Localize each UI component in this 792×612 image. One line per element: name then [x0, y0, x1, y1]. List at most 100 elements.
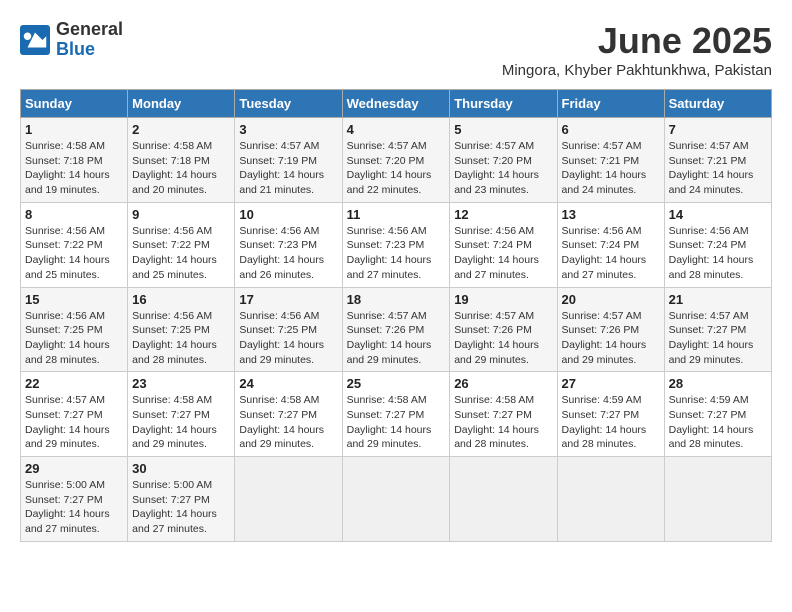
calendar-cell: 7 Sunrise: 4:57 AM Sunset: 7:21 PM Daylig…	[664, 118, 771, 203]
calendar-cell: 23 Sunrise: 4:58 AM Sunset: 7:27 PM Dayli…	[128, 372, 235, 457]
calendar-cell	[235, 457, 342, 542]
day-number: 2	[132, 122, 230, 137]
calendar-cell: 2 Sunrise: 4:58 AM Sunset: 7:18 PM Daylig…	[128, 118, 235, 203]
calendar-cell: 30 Sunrise: 5:00 AM Sunset: 7:27 PM Dayli…	[128, 457, 235, 542]
calendar-week-row: 1 Sunrise: 4:58 AM Sunset: 7:18 PM Daylig…	[21, 118, 772, 203]
day-number: 16	[132, 292, 230, 307]
header-monday: Monday	[128, 90, 235, 118]
calendar-cell: 10 Sunrise: 4:56 AM Sunset: 7:23 PM Dayli…	[235, 202, 342, 287]
day-info: Sunrise: 4:57 AM Sunset: 7:26 PM Dayligh…	[347, 309, 446, 368]
location-title: Mingora, Khyber Pakhtunkhwa, Pakistan	[502, 62, 772, 79]
day-info: Sunrise: 4:59 AM Sunset: 7:27 PM Dayligh…	[562, 393, 660, 452]
calendar-cell: 22 Sunrise: 4:57 AM Sunset: 7:27 PM Dayli…	[21, 372, 128, 457]
logo-text: General Blue	[56, 20, 123, 60]
day-number: 3	[239, 122, 337, 137]
day-info: Sunrise: 4:56 AM Sunset: 7:22 PM Dayligh…	[25, 224, 123, 283]
calendar-cell: 12Sunrise: 4:56 AM Sunset: 7:24 PM Dayli…	[450, 202, 557, 287]
calendar-cell: 25 Sunrise: 4:58 AM Sunset: 7:27 PM Dayli…	[342, 372, 450, 457]
calendar-cell: 17 Sunrise: 4:56 AM Sunset: 7:25 PM Dayli…	[235, 287, 342, 372]
day-info: Sunrise: 4:58 AM Sunset: 7:27 PM Dayligh…	[239, 393, 337, 452]
day-info: Sunrise: 4:59 AM Sunset: 7:27 PM Dayligh…	[669, 393, 767, 452]
page-header: General Blue June 2025 Mingora, Khyber P…	[20, 20, 772, 79]
day-number: 1	[25, 122, 123, 137]
day-info: Sunrise: 5:00 AM Sunset: 7:27 PM Dayligh…	[132, 478, 230, 537]
day-info: Sunrise: 4:58 AM Sunset: 7:18 PM Dayligh…	[25, 139, 123, 198]
calendar-cell: 4Sunrise: 4:57 AM Sunset: 7:20 PM Daylig…	[342, 118, 450, 203]
calendar-week-row: 22 Sunrise: 4:57 AM Sunset: 7:27 PM Dayli…	[21, 372, 772, 457]
calendar-cell: 18 Sunrise: 4:57 AM Sunset: 7:26 PM Dayli…	[342, 287, 450, 372]
calendar-cell: 29 Sunrise: 5:00 AM Sunset: 7:27 PM Dayli…	[21, 457, 128, 542]
calendar-cell: 13Sunrise: 4:56 AM Sunset: 7:24 PM Dayli…	[557, 202, 664, 287]
calendar-cell: 21 Sunrise: 4:57 AM Sunset: 7:27 PM Dayli…	[664, 287, 771, 372]
day-info: Sunrise: 4:56 AM Sunset: 7:24 PM Dayligh…	[454, 224, 552, 283]
day-info: Sunrise: 4:58 AM Sunset: 7:18 PM Dayligh…	[132, 139, 230, 198]
day-number: 14	[669, 207, 767, 222]
day-info: Sunrise: 4:56 AM Sunset: 7:23 PM Dayligh…	[239, 224, 337, 283]
calendar-cell: 27 Sunrise: 4:59 AM Sunset: 7:27 PM Dayli…	[557, 372, 664, 457]
calendar-cell: 3 Sunrise: 4:57 AM Sunset: 7:19 PM Daylig…	[235, 118, 342, 203]
day-number: 25	[347, 376, 446, 391]
day-info: Sunrise: 5:00 AM Sunset: 7:27 PM Dayligh…	[25, 478, 123, 537]
calendar-cell	[557, 457, 664, 542]
day-info: Sunrise: 4:57 AM Sunset: 7:27 PM Dayligh…	[669, 309, 767, 368]
calendar-cell	[450, 457, 557, 542]
calendar-week-row: 8 Sunrise: 4:56 AM Sunset: 7:22 PM Daylig…	[21, 202, 772, 287]
day-number: 19	[454, 292, 552, 307]
title-block: June 2025 Mingora, Khyber Pakhtunkhwa, P…	[502, 20, 772, 79]
day-number: 24	[239, 376, 337, 391]
day-number: 17	[239, 292, 337, 307]
calendar-cell: 11 Sunrise: 4:56 AM Sunset: 7:23 PM Dayli…	[342, 202, 450, 287]
day-number: 18	[347, 292, 446, 307]
day-number: 5	[454, 122, 552, 137]
day-info: Sunrise: 4:56 AM Sunset: 7:23 PM Dayligh…	[347, 224, 446, 283]
day-number: 7	[669, 122, 767, 137]
day-number: 8	[25, 207, 123, 222]
calendar-cell	[342, 457, 450, 542]
day-info: Sunrise: 4:58 AM Sunset: 7:27 PM Dayligh…	[454, 393, 552, 452]
day-number: 9	[132, 207, 230, 222]
day-number: 23	[132, 376, 230, 391]
calendar-cell: 26 Sunrise: 4:58 AM Sunset: 7:27 PM Dayli…	[450, 372, 557, 457]
day-number: 28	[669, 376, 767, 391]
day-number: 13	[562, 207, 660, 222]
calendar-week-row: 15Sunrise: 4:56 AM Sunset: 7:25 PM Dayli…	[21, 287, 772, 372]
calendar-cell: 9 Sunrise: 4:56 AM Sunset: 7:22 PM Daylig…	[128, 202, 235, 287]
calendar-cell: 28 Sunrise: 4:59 AM Sunset: 7:27 PM Dayli…	[664, 372, 771, 457]
day-number: 20	[562, 292, 660, 307]
day-number: 11	[347, 207, 446, 222]
calendar-cell: 16 Sunrise: 4:56 AM Sunset: 7:25 PM Dayli…	[128, 287, 235, 372]
day-number: 6	[562, 122, 660, 137]
day-number: 26	[454, 376, 552, 391]
day-number: 30	[132, 461, 230, 476]
calendar-cell: 24 Sunrise: 4:58 AM Sunset: 7:27 PM Dayli…	[235, 372, 342, 457]
calendar-cell: 19Sunrise: 4:57 AM Sunset: 7:26 PM Dayli…	[450, 287, 557, 372]
day-number: 4	[347, 122, 446, 137]
day-info: Sunrise: 4:58 AM Sunset: 7:27 PM Dayligh…	[132, 393, 230, 452]
header-friday: Friday	[557, 90, 664, 118]
day-number: 10	[239, 207, 337, 222]
calendar-cell: 20Sunrise: 4:57 AM Sunset: 7:26 PM Dayli…	[557, 287, 664, 372]
day-info: Sunrise: 4:57 AM Sunset: 7:21 PM Dayligh…	[562, 139, 660, 198]
day-info: Sunrise: 4:57 AM Sunset: 7:21 PM Dayligh…	[669, 139, 767, 198]
calendar-cell: 5 Sunrise: 4:57 AM Sunset: 7:20 PM Daylig…	[450, 118, 557, 203]
day-info: Sunrise: 4:56 AM Sunset: 7:25 PM Dayligh…	[239, 309, 337, 368]
header-thursday: Thursday	[450, 90, 557, 118]
day-info: Sunrise: 4:57 AM Sunset: 7:19 PM Dayligh…	[239, 139, 337, 198]
day-info: Sunrise: 4:56 AM Sunset: 7:25 PM Dayligh…	[25, 309, 123, 368]
day-info: Sunrise: 4:56 AM Sunset: 7:25 PM Dayligh…	[132, 309, 230, 368]
day-info: Sunrise: 4:57 AM Sunset: 7:20 PM Dayligh…	[454, 139, 552, 198]
logo: General Blue	[20, 20, 123, 60]
month-title: June 2025	[502, 20, 772, 62]
day-number: 29	[25, 461, 123, 476]
day-number: 22	[25, 376, 123, 391]
calendar-cell: 8 Sunrise: 4:56 AM Sunset: 7:22 PM Daylig…	[21, 202, 128, 287]
day-info: Sunrise: 4:58 AM Sunset: 7:27 PM Dayligh…	[347, 393, 446, 452]
day-info: Sunrise: 4:56 AM Sunset: 7:22 PM Dayligh…	[132, 224, 230, 283]
calendar-week-row: 29 Sunrise: 5:00 AM Sunset: 7:27 PM Dayli…	[21, 457, 772, 542]
calendar-cell: 6 Sunrise: 4:57 AM Sunset: 7:21 PM Daylig…	[557, 118, 664, 203]
header-saturday: Saturday	[664, 90, 771, 118]
logo-icon	[20, 25, 50, 55]
day-number: 21	[669, 292, 767, 307]
day-number: 27	[562, 376, 660, 391]
day-info: Sunrise: 4:57 AM Sunset: 7:27 PM Dayligh…	[25, 393, 123, 452]
